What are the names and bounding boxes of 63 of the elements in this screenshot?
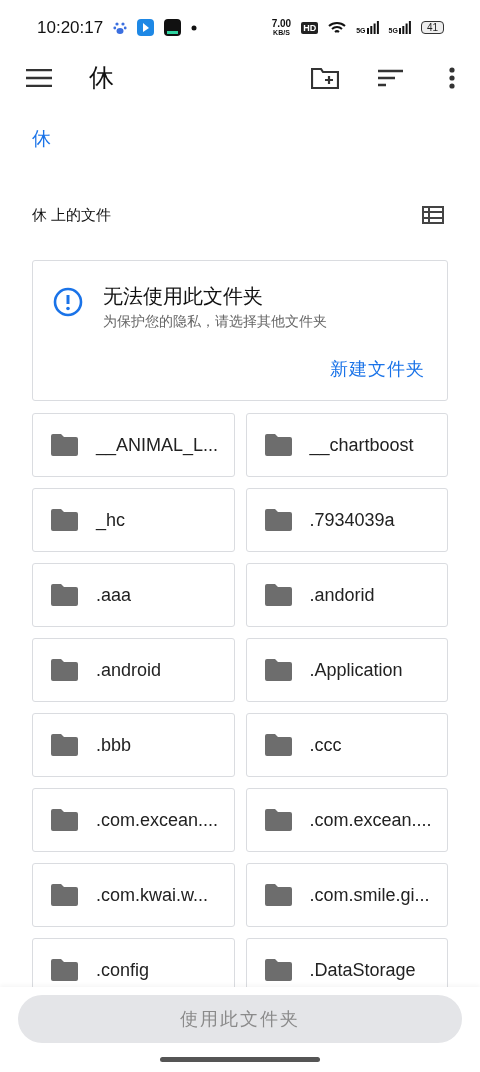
folder-name: .config	[96, 959, 150, 981]
folder-name: .aaa	[96, 584, 132, 606]
folder-name: _hc	[96, 509, 126, 531]
folder-icon	[51, 434, 78, 456]
folder-icon	[51, 959, 78, 981]
folder-name: __chartboost	[309, 434, 414, 456]
folder-tile[interactable]: .com.excean....	[32, 788, 235, 852]
folder-name: .7934039a	[309, 509, 395, 531]
folder-icon	[51, 884, 78, 906]
folder-tile[interactable]: .bbb	[32, 713, 235, 777]
notice-message: 为保护您的隐私，请选择其他文件夹	[103, 313, 327, 331]
breadcrumb-link[interactable]: 休	[32, 126, 51, 152]
wifi-icon	[328, 20, 347, 35]
folder-name: .com.excean....	[309, 809, 432, 831]
folder-tile[interactable]: .ccc	[245, 713, 448, 777]
folder-tile[interactable]: .aaa	[32, 563, 235, 627]
folder-icon	[51, 509, 78, 531]
clock: 10:20:17	[37, 17, 104, 38]
new-folder-link[interactable]: 新建文件夹	[330, 357, 425, 381]
folder-tile[interactable]: .7934039a	[245, 488, 448, 552]
folder-tile[interactable]: _hc	[32, 488, 235, 552]
folder-icon	[51, 659, 78, 681]
folder-icon	[264, 659, 292, 681]
folder-icon	[51, 809, 78, 831]
folder-name: .android	[96, 659, 162, 681]
folder-tile[interactable]: .andorid	[245, 563, 448, 627]
folder-tile[interactable]: .com.kwai.w...	[32, 863, 235, 927]
paw-icon	[113, 20, 128, 35]
app-bar-title: 休	[89, 62, 115, 93]
app-icon	[164, 19, 182, 36]
folder-name: .ccc	[309, 734, 342, 756]
folder-icon	[264, 584, 292, 606]
folder-icon	[264, 959, 292, 981]
folder-icon	[264, 809, 292, 831]
folder-icon	[51, 584, 78, 606]
folder-name: .bbb	[96, 734, 132, 756]
folder-name: __ANIMAL_L...	[96, 434, 219, 456]
folder-name: .com.kwai.w...	[96, 884, 209, 906]
folder-name: .andorid	[309, 584, 375, 606]
folder-tile[interactable]: __ANIMAL_L...	[32, 413, 235, 477]
folder-name: .Application	[309, 659, 403, 681]
folder-name: .DataStorage	[309, 959, 416, 981]
folder-icon	[264, 734, 292, 756]
folder-tile[interactable]: .android	[32, 638, 235, 702]
dot-icon	[191, 24, 198, 31]
info-icon	[53, 287, 83, 317]
folder-icon	[264, 434, 292, 456]
folder-tile[interactable]: .com.smile.gi...	[245, 863, 448, 927]
hd-badge: HD	[301, 21, 319, 34]
signal-icon	[366, 21, 379, 34]
section-title: 休 上的文件	[32, 205, 112, 225]
folder-icon	[51, 734, 78, 756]
folder-name: .com.excean....	[96, 809, 219, 831]
folder-name: .com.smile.gi...	[309, 884, 430, 906]
notice-title: 无法使用此文件夹	[103, 284, 264, 309]
signal-icon	[398, 21, 411, 34]
folder-tile[interactable]: __chartboost	[245, 413, 448, 477]
folder-icon	[264, 509, 292, 531]
app-icon	[137, 19, 155, 36]
folder-tile[interactable]: .com.excean....	[245, 788, 448, 852]
folder-icon	[264, 884, 292, 906]
battery-indicator: 41	[420, 21, 444, 34]
folder-tile[interactable]: .Application	[245, 638, 448, 702]
